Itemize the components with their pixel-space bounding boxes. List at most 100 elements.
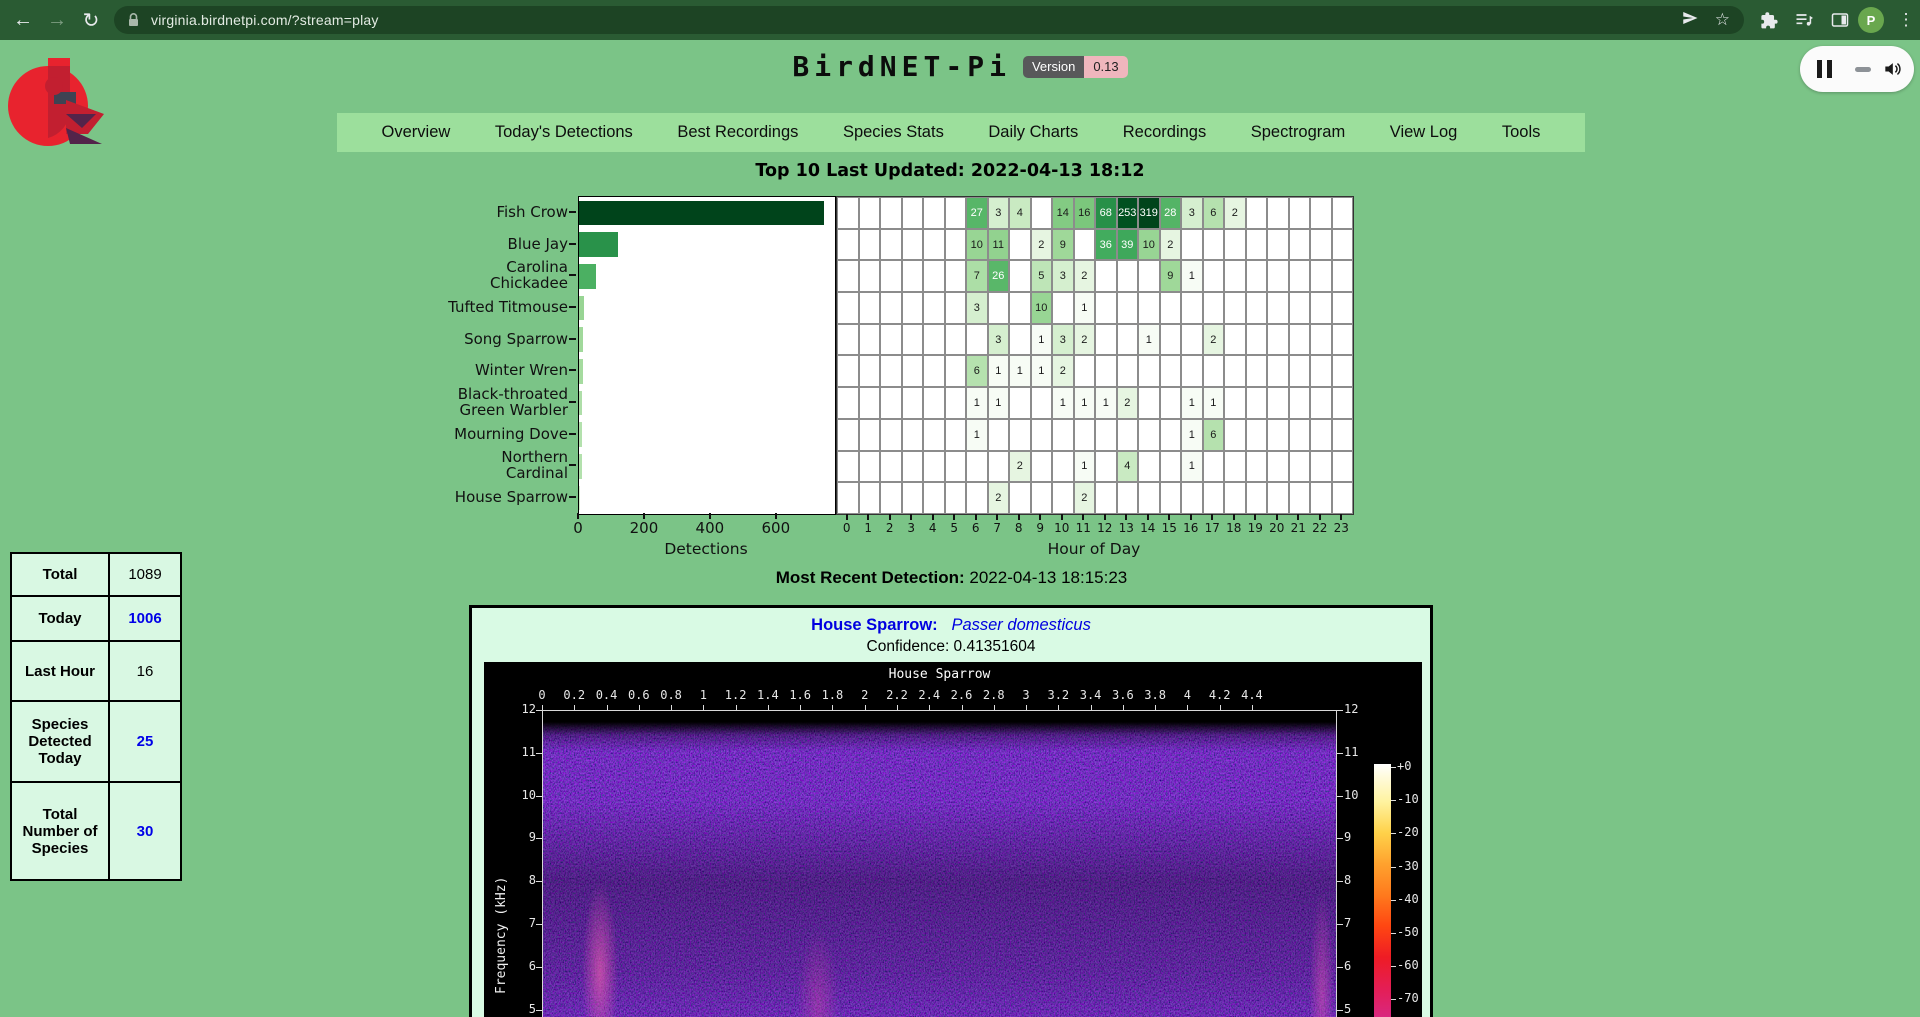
bar-row-tick (569, 306, 576, 308)
profile-avatar[interactable]: P (1858, 7, 1884, 33)
spectrogram-colorbar (1374, 764, 1391, 1017)
seek-slider[interactable] (1855, 67, 1871, 72)
heatmap-cell (880, 355, 902, 387)
nav-item-daily-charts[interactable]: Daily Charts (988, 123, 1078, 142)
heatmap-cell: 1 (1031, 324, 1053, 356)
heatmap-cell (1138, 387, 1160, 419)
heatmap-cell (1009, 387, 1031, 419)
hm-xtick (910, 514, 912, 520)
heatmap-cell (859, 482, 881, 514)
heatmap-cell (1095, 324, 1117, 356)
nav-item-tools[interactable]: Tools (1502, 123, 1541, 142)
heatmap-cell (1310, 482, 1332, 514)
heatmap-cell (1332, 229, 1354, 261)
colorbar-tick (1391, 767, 1396, 768)
hm-xtick-label: 11 (1072, 521, 1094, 535)
species-scientific-link[interactable]: Passer domesticus (951, 616, 1090, 634)
detection-confidence: Confidence: 0.41351604 (472, 638, 1430, 656)
colorbar-tick (1391, 867, 1396, 868)
heatmap-cell (923, 260, 945, 292)
address-bar[interactable]: virginia.birdnetpi.com/?stream=play ☆ (114, 6, 1744, 34)
spectrogram-xtick (832, 705, 833, 710)
hm-xtick-label: 21 (1287, 521, 1309, 535)
spectrogram-ytick-label-right: 6 (1344, 959, 1378, 973)
hm-xtick (1276, 514, 1278, 520)
spectrogram-ytick-label-right: 7 (1344, 916, 1378, 930)
heatmap-cell (902, 387, 924, 419)
send-icon[interactable] (1681, 9, 1699, 32)
spectrogram-xtick (1026, 705, 1027, 710)
bar-row-label: Black-throatedGreen Warbler (320, 386, 568, 418)
bookmark-star-icon[interactable]: ☆ (1715, 10, 1730, 30)
heatmap-cell (945, 229, 967, 261)
hm-xtick-label: 5 (943, 521, 965, 535)
heatmap-cell (880, 451, 902, 483)
heatmap-cell: 9 (1052, 229, 1074, 261)
nav-item-spectrogram[interactable]: Spectrogram (1251, 123, 1345, 142)
hm-xtick-label: 4 (922, 521, 944, 535)
heatmap-cell: 14 (1052, 197, 1074, 229)
heatmap-cell (945, 355, 967, 387)
heatmap-cell (859, 387, 881, 419)
heatmap-cell (1267, 229, 1289, 261)
stats-value-link[interactable]: 1006 (109, 596, 181, 641)
hm-xtick-label: 1 (857, 521, 879, 535)
browser-menu-icon[interactable]: ⋮ (1894, 8, 1918, 32)
stats-value-link[interactable]: 30 (109, 782, 181, 880)
hm-xtick (846, 514, 848, 520)
media-playlist-icon[interactable] (1792, 8, 1816, 32)
spectrogram-xtick (1091, 705, 1092, 710)
bar-row-tick (569, 369, 576, 371)
heatmap-cell (1332, 451, 1354, 483)
hm-xtick (1233, 514, 1235, 520)
species-common-link[interactable]: House Sparrow: (811, 616, 938, 634)
nav-item-overview[interactable]: Overview (382, 123, 451, 142)
nav-item-today-s-detections[interactable]: Today's Detections (495, 123, 633, 142)
spectrogram-noise (543, 711, 1336, 1017)
hm-xtick-label: 20 (1266, 521, 1288, 535)
nav-item-recordings[interactable]: Recordings (1123, 123, 1206, 142)
heatmap-cell (1267, 355, 1289, 387)
spectrogram-image: House Sparrow (484, 662, 1422, 1017)
heatmap-cell (1310, 419, 1332, 451)
spectrogram-ytick (536, 924, 542, 925)
spectrogram-xtick (962, 705, 963, 710)
hm-xtick (1147, 514, 1149, 520)
heatmap-cell (1332, 197, 1354, 229)
heatmap-cell (988, 292, 1010, 324)
bar-row-tick (569, 338, 576, 340)
nav-item-best-recordings[interactable]: Best Recordings (677, 123, 798, 142)
back-icon[interactable]: ← (8, 5, 38, 35)
heatmap-cell (880, 292, 902, 324)
heatmap-cell (1160, 387, 1182, 419)
hm-xtick-label: 0 (836, 521, 858, 535)
bar-row-tick (569, 401, 576, 403)
heatmap-cell (1203, 355, 1225, 387)
heatmap-cell: 10 (966, 229, 988, 261)
detection-card: House Sparrow: Passer domesticus Confide… (469, 605, 1433, 1017)
heatmap-cell (1203, 260, 1225, 292)
audio-player[interactable] (1800, 46, 1914, 92)
heatmap-cell: 2 (1009, 451, 1031, 483)
extensions-puzzle-icon[interactable] (1756, 8, 1780, 32)
side-panel-icon[interactable] (1828, 8, 1852, 32)
colorbar-tick-label: -40 (1397, 892, 1431, 906)
heatmap-cell (880, 419, 902, 451)
heatmap-cell (1138, 292, 1160, 324)
volume-icon[interactable] (1882, 59, 1902, 84)
heatmap-cell (1052, 482, 1074, 514)
reload-icon[interactable]: ↻ (76, 5, 106, 35)
forward-icon[interactable]: → (42, 5, 72, 35)
heatmap-cell (1289, 292, 1311, 324)
heatmap-cell: 2 (988, 482, 1010, 514)
nav-item-view-log[interactable]: View Log (1390, 123, 1458, 142)
hm-xtick-label: 9 (1029, 521, 1051, 535)
hm-xtick (1340, 514, 1342, 520)
pause-icon[interactable] (1817, 60, 1832, 78)
stats-value-link[interactable]: 25 (109, 701, 181, 782)
heatmap-cell: 6 (1203, 419, 1225, 451)
nav-item-species-stats[interactable]: Species Stats (843, 123, 944, 142)
heatmap-cell (966, 482, 988, 514)
hm-xtick (953, 514, 955, 520)
heatmap-cell (1203, 229, 1225, 261)
